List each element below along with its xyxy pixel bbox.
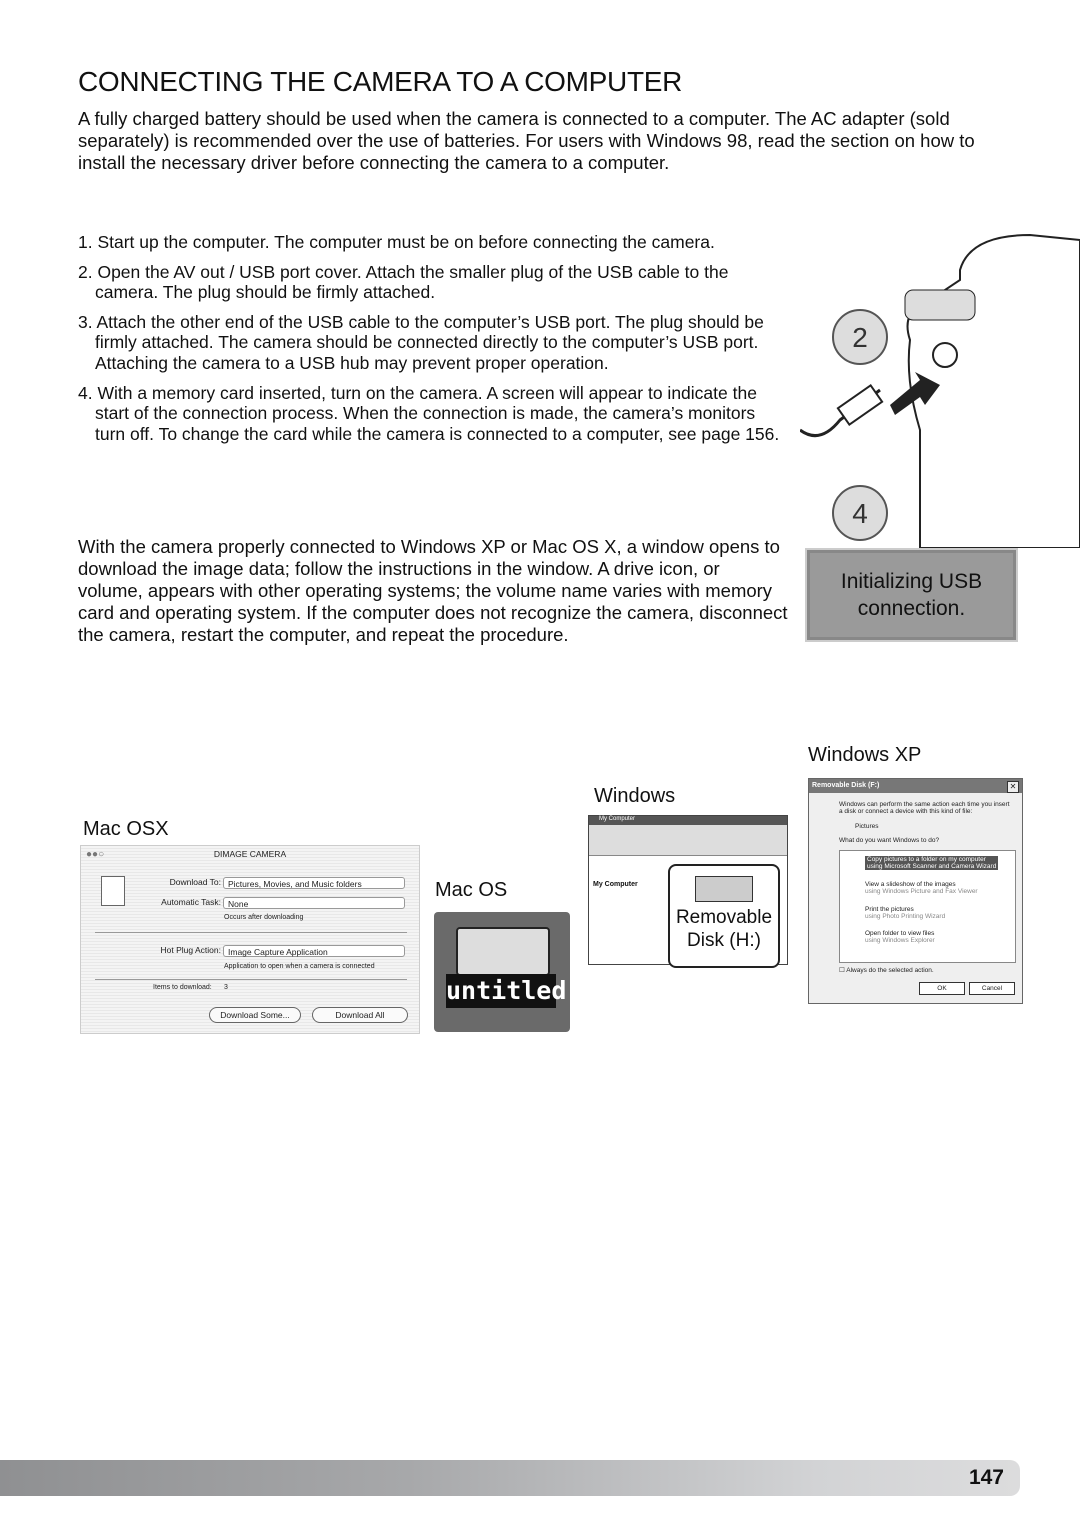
removable-disk-icon [695, 876, 753, 902]
svg-text:4: 4 [852, 498, 868, 529]
callout-line-2: Disk (H:) [687, 930, 761, 951]
toolbar [589, 825, 787, 856]
dialog-title: Removable Disk (F:) [809, 779, 1022, 793]
page-title: CONNECTING THE CAMERA TO A COMPUTER [78, 66, 683, 97]
intro-paragraph: A fully charged battery should be used w… [78, 108, 975, 173]
status-line-1: Initializing USB [840, 570, 983, 593]
connection-paragraph: With the camera properly connected to Wi… [78, 536, 788, 645]
label-windows-xp: Windows XP [808, 744, 922, 766]
download-to-label: Download To: [169, 877, 221, 887]
window-title: My Computer [589, 816, 787, 825]
step-1: 1. Start up the computer. The computer m… [78, 232, 715, 252]
ok-button[interactable]: OK [919, 982, 965, 995]
drive-icon [101, 876, 125, 906]
close-icon[interactable]: ✕ [1007, 781, 1019, 793]
action-option[interactable]: Copy pictures to a folder on my computer… [865, 856, 999, 870]
action-option[interactable]: Open folder to view files using Windows E… [865, 930, 935, 944]
callout-line-1: Removable [675, 907, 773, 928]
hotplug-label: Hot Plug Action: [160, 945, 221, 955]
task-select[interactable]: None [223, 897, 405, 909]
task-note: Occurs after downloading [224, 914, 304, 921]
download-some-button[interactable]: Download Some... [209, 1007, 301, 1023]
step-3: 3. Attach the other end of the USB cable… [78, 311, 764, 373]
items-label: Items to download: [153, 984, 212, 991]
hotplug-note: Application to open when a camera is con… [224, 963, 375, 970]
content-type: Pictures [855, 823, 879, 830]
download-all-button[interactable]: Download All [312, 1007, 408, 1023]
label-mac-os: Mac OS [435, 879, 508, 901]
step-4: 4. With a memory card inserted, turn on … [78, 382, 780, 444]
action-option[interactable]: View a slideshow of the images using Wind… [865, 881, 978, 895]
task-label: Automatic Task: [161, 897, 221, 907]
mac-osx-dialog: DIMAGE CAMERA ●●○ Download To: Pictures, … [80, 845, 420, 1034]
dialog-title: DIMAGE CAMERA [213, 849, 287, 859]
mac-os-volume-icon: untitled [434, 912, 570, 1032]
camera-illustration: 2 4 [800, 233, 1080, 548]
page-number: 147 [968, 1466, 1004, 1489]
always-checkbox[interactable]: ☐ Always do the selected action. [839, 966, 934, 974]
windows-xp-autoplay-dialog: Removable Disk (F:) ✕ Windows can perfor… [808, 778, 1023, 1004]
label-mac-osx: Mac OSX [83, 818, 169, 840]
download-to-select[interactable]: Pictures, Movies, and Music folders [223, 877, 405, 889]
svg-text:2: 2 [852, 322, 868, 353]
step-2: 2. Open the AV out / USB port cover. Att… [78, 261, 729, 303]
question: What do you want Windows to do? [839, 837, 940, 844]
window-buttons-icon[interactable]: ●●○ [86, 849, 104, 860]
action-option[interactable]: Print the pictures using Photo Printing W… [865, 906, 945, 920]
dialog-intro: Windows can perform the same action each… [839, 801, 1010, 815]
label-windows: Windows [594, 785, 676, 807]
removable-disk-callout: Removable Disk (H:) [668, 864, 780, 968]
camera-status-screen: Initializing USB connection. [805, 548, 1018, 642]
footer-bar [0, 1460, 1020, 1496]
panel-title: My Computer [593, 881, 638, 888]
hotplug-select[interactable]: Image Capture Application [223, 945, 405, 957]
drive-icon [456, 927, 550, 976]
action-list[interactable]: Copy pictures to a folder on my computer… [839, 850, 1016, 963]
status-line-2: connection. [857, 597, 966, 620]
volume-label: untitled [446, 974, 566, 1008]
cancel-button[interactable]: Cancel [969, 982, 1015, 995]
steps-list: 1. Start up the computer. The computer m… [78, 232, 788, 453]
items-count: 3 [224, 984, 228, 991]
